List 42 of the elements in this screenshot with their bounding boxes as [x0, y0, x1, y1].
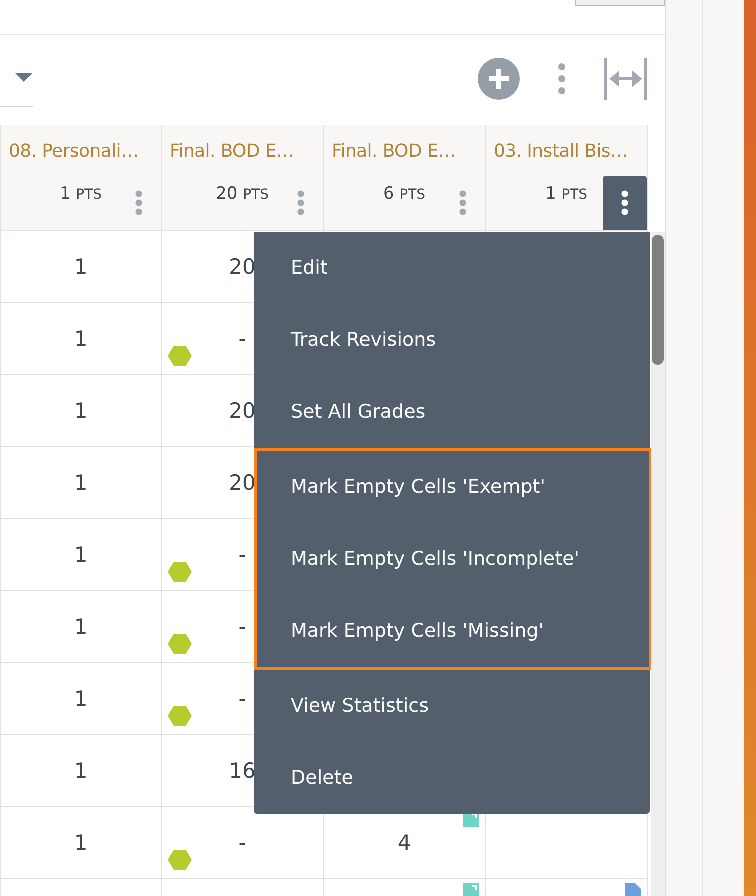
menu-item[interactable]: Track Revisions: [257, 304, 649, 376]
menu-item[interactable]: Mark Empty Cells 'Missing': [257, 595, 649, 667]
grade-value: 20: [229, 254, 256, 278]
fit-width-icon[interactable]: [604, 58, 648, 100]
grade-value: 1: [74, 326, 88, 350]
more-options-icon[interactable]: [558, 63, 566, 95]
grade-value: 20: [229, 398, 256, 422]
grade-value: 1: [74, 614, 88, 638]
more-options-icon: [297, 190, 305, 216]
add-icon[interactable]: [478, 58, 520, 100]
scrollbar-thumb[interactable]: [652, 235, 664, 365]
menu-item[interactable]: Delete: [257, 742, 649, 814]
more-options-icon: [459, 190, 467, 216]
grade-value: -: [238, 542, 246, 566]
grade-value: 1: [74, 398, 88, 422]
points-label: 1 PTS: [545, 184, 588, 204]
grade-value: 1: [74, 686, 88, 710]
grade-value: -: [238, 686, 246, 710]
grade-value: -: [238, 614, 246, 638]
points-label: 20 PTS: [216, 184, 269, 204]
points-label: 1 PTS: [60, 184, 102, 204]
grade-value: -: [238, 830, 246, 854]
more-options-icon: [135, 190, 143, 216]
menu-item[interactable]: Set All Grades: [257, 376, 649, 448]
more-options-icon: [621, 190, 629, 216]
grade-value: 1: [74, 254, 88, 278]
points-label: 6 PTS: [383, 184, 426, 204]
grade-value: -: [238, 326, 246, 350]
menu-item[interactable]: Mark Empty Cells 'Exempt': [257, 451, 649, 523]
column-menu-button[interactable]: [603, 176, 647, 230]
grade-value: 1: [74, 542, 88, 566]
menu-item[interactable]: View Statistics: [257, 670, 649, 742]
caret-icon: [15, 73, 33, 82]
grade-value: 1: [74, 758, 88, 782]
grade-value: 4: [398, 830, 412, 854]
grade-value: 1: [74, 470, 88, 494]
grade-value: 16: [229, 758, 256, 782]
button-edge[interactable]: [575, 0, 665, 6]
menu-item[interactable]: Mark Empty Cells 'Incomplete': [257, 523, 649, 595]
grade-value: 20: [229, 470, 256, 494]
grade-value: 1: [74, 830, 88, 854]
menu-item[interactable]: Edit: [257, 232, 649, 304]
